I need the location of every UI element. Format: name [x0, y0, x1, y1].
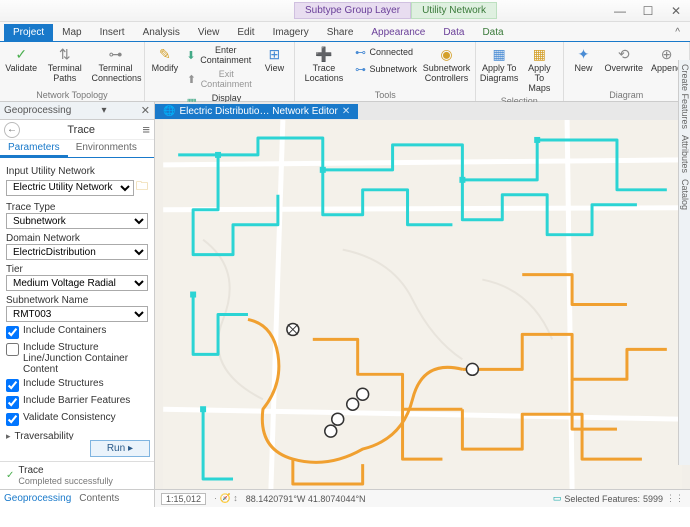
tab-data-1[interactable]: Data [434, 24, 473, 41]
modify-button[interactable]: ✎Modify [149, 44, 181, 75]
panel-close-icon[interactable]: ✕ [141, 104, 150, 117]
label-domain: Domain Network [6, 233, 148, 244]
group-diagram: Diagram [568, 89, 686, 101]
apply-to-maps-button[interactable]: ▦Apply To Maps [520, 44, 558, 95]
label-tier: Tier [6, 264, 148, 275]
tool-title: Trace [67, 124, 95, 136]
bottom-tab-contents[interactable]: Contents [79, 493, 119, 504]
tab-edit[interactable]: Edit [228, 24, 263, 41]
selection-menu-icon[interactable]: ⋮⋮ [666, 493, 684, 504]
selected-count: 5999 [643, 494, 663, 504]
tab-parameters[interactable]: Parameters [0, 140, 68, 157]
selected-label: Selected Features: [564, 494, 640, 504]
validate-consistency-checkbox[interactable] [6, 413, 19, 426]
menu-icon[interactable]: ≡ [142, 122, 150, 137]
domain-network-select[interactable]: ElectricDistribution [6, 244, 148, 260]
apply-to-diagrams-button[interactable]: ▦Apply To Diagrams [480, 44, 518, 85]
tab-share[interactable]: Share [318, 24, 363, 41]
rail-create-features[interactable]: Create Features [679, 64, 690, 129]
include-containers-checkbox[interactable] [6, 326, 19, 339]
section-traversability[interactable]: Traversability [6, 431, 148, 440]
browse-icon[interactable]: 🗀 [136, 177, 148, 198]
subnetwork-controllers-button[interactable]: ◉Subnetwork Controllers [422, 44, 471, 85]
window-maximize[interactable]: ☐ [638, 4, 658, 18]
include-barrier-checkbox[interactable] [6, 396, 19, 409]
trace-type-select[interactable]: Subnetwork [6, 213, 148, 229]
panel-pin-icon[interactable]: ▾ [102, 105, 107, 116]
validate-button[interactable]: ✓Validate [4, 44, 38, 75]
tab-insert[interactable]: Insert [91, 24, 134, 41]
map-scale[interactable]: 1:15,012 [161, 493, 206, 505]
map-tab[interactable]: 🌐 Electric Distributio… Network Editor ✕ [155, 104, 358, 119]
connected-button[interactable]: ⊷Connected [350, 44, 420, 60]
selection-icon: ▭ [553, 493, 562, 504]
input-network-select[interactable]: Electric Utility Network [6, 180, 134, 196]
include-structure-line-checkbox[interactable] [6, 343, 19, 356]
view-assoc-button[interactable]: ⊞View [258, 44, 290, 75]
subnetwork-name-select[interactable]: RMT003 [6, 306, 148, 322]
status-title: Trace [18, 465, 113, 476]
overwrite-button[interactable]: ⟲Overwrite [602, 44, 647, 75]
group-network-topology: Network Topology [4, 89, 140, 101]
run-button[interactable]: Run ▸ [90, 440, 150, 457]
include-structures-checkbox[interactable] [6, 379, 19, 392]
tab-view[interactable]: View [189, 24, 229, 41]
side-rail: Create Features Attributes Catalog [678, 60, 690, 465]
trace-locations-button[interactable]: ➕Trace Locations [299, 44, 348, 85]
label-trace-type: Trace Type [6, 202, 148, 213]
status-message: Completed successfully [18, 476, 113, 486]
context-tab-subtype: Subtype Group Layer [294, 2, 411, 19]
tab-project[interactable]: Project [4, 24, 53, 41]
tab-appearance[interactable]: Appearance [362, 24, 434, 41]
context-tab-utility: Utility Network [411, 2, 497, 19]
subnetwork-button[interactable]: ⊶Subnetwork [350, 61, 420, 77]
map-view[interactable] [155, 120, 690, 489]
ribbon-collapse-icon[interactable]: ^ [669, 24, 686, 41]
tab-analysis[interactable]: Analysis [134, 24, 189, 41]
terminal-paths-button[interactable]: ⇅Terminal Paths [40, 44, 89, 85]
new-diagram-button[interactable]: ✦New [568, 44, 600, 75]
label-subname: Subnetwork Name [6, 295, 148, 306]
panel-title: Geoprocessing [4, 105, 71, 116]
scale-icons[interactable]: · 🧭 ↕ [214, 493, 238, 504]
terminal-connections-button[interactable]: ⊶Terminal Connections [91, 44, 140, 85]
rail-catalog[interactable]: Catalog [679, 179, 690, 210]
window-minimize[interactable]: — [610, 4, 630, 18]
bottom-tab-geoprocessing[interactable]: Geoprocessing [4, 493, 71, 504]
tab-map[interactable]: Map [53, 24, 90, 41]
back-icon[interactable]: ← [4, 122, 20, 138]
tier-select[interactable]: Medium Voltage Radial [6, 275, 148, 291]
rail-attributes[interactable]: Attributes [679, 135, 690, 173]
tab-imagery[interactable]: Imagery [264, 24, 318, 41]
map-tab-close-icon[interactable]: ✕ [342, 106, 350, 117]
tab-data-2[interactable]: Data [473, 24, 512, 41]
label-input-network: Input Utility Network [6, 166, 148, 177]
ribbon-tabs: Project Map Insert Analysis View Edit Im… [0, 22, 690, 42]
window-close[interactable]: ✕ [666, 4, 686, 18]
enter-containment-button[interactable]: ⬇Enter Containment [183, 44, 257, 67]
success-icon: ✓ [6, 470, 14, 481]
map-tab-icon: 🌐 [163, 106, 175, 117]
map-coords: 88.1420791°W 41.8074044°N [246, 494, 366, 504]
group-tools: Tools [299, 89, 471, 101]
exit-containment-button[interactable]: ⬆Exit Containment [183, 68, 257, 91]
tab-environments[interactable]: Environments [68, 140, 145, 157]
